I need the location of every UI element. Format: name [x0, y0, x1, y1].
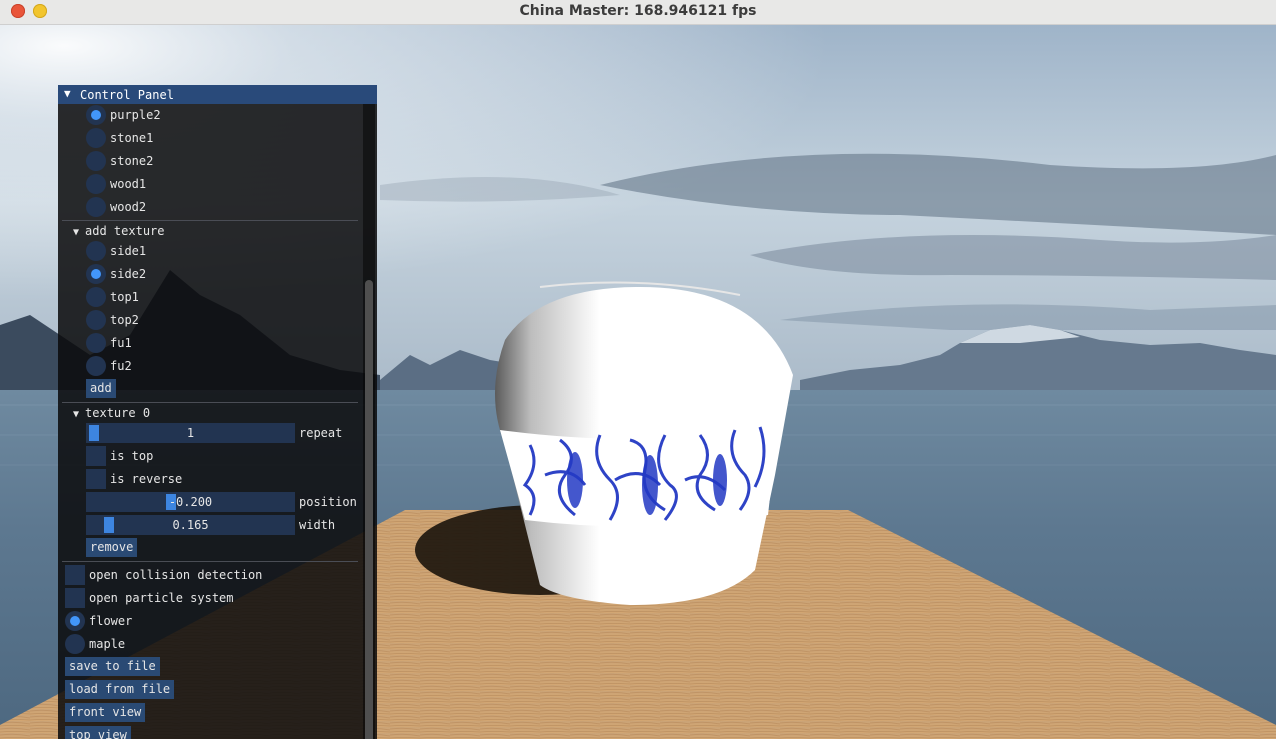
material-label: stone1 [110, 131, 154, 145]
radio-button[interactable] [86, 287, 106, 307]
radio-button[interactable] [86, 105, 106, 125]
texture-label: fu2 [110, 359, 132, 373]
particle-type-label: flower [89, 614, 133, 628]
material-label: wood2 [110, 200, 147, 214]
separator [62, 402, 358, 403]
front-view-button[interactable]: front view [65, 703, 146, 722]
add-texture-header: add texture [85, 224, 165, 238]
radio-button[interactable] [86, 197, 106, 217]
collision-checkbox[interactable] [65, 565, 85, 585]
is-reverse-checkbox[interactable] [86, 469, 106, 489]
repeat-label: repeat [299, 426, 343, 440]
texture-label: side1 [110, 244, 147, 258]
texture-label: top2 [110, 313, 139, 327]
radio-button[interactable] [86, 310, 106, 330]
radio-button[interactable] [86, 241, 106, 261]
particle-label: open particle system [89, 591, 234, 605]
radio-button[interactable] [86, 356, 106, 376]
load-from-file-button[interactable]: load from file [65, 680, 175, 699]
texture-label: top1 [110, 290, 139, 304]
radio-button[interactable] [65, 634, 85, 654]
position-slider[interactable]: -0.200 [86, 492, 295, 512]
remove-texture-button[interactable]: remove [86, 538, 138, 557]
particle-type-label: maple [89, 637, 126, 651]
texture-label: side2 [110, 267, 147, 281]
control-panel-title: Control Panel [80, 88, 174, 102]
scrollbar-grab[interactable] [365, 280, 373, 739]
collision-label: open collision detection [89, 568, 263, 582]
control-panel-header[interactable]: ▼ Control Panel [58, 85, 377, 104]
material-label: purple2 [110, 108, 161, 122]
separator [62, 220, 358, 221]
collapse-triangle-icon[interactable]: ▼ [64, 87, 71, 100]
width-slider[interactable]: 0.165 [86, 515, 295, 535]
is-top-label: is top [110, 449, 154, 463]
is-top-checkbox[interactable] [86, 446, 106, 466]
window-title-bar: China Master: 168.946121 fps [0, 0, 1276, 25]
radio-button[interactable] [86, 264, 106, 284]
window-title: China Master: 168.946121 fps [519, 3, 757, 19]
particle-checkbox[interactable] [65, 588, 85, 608]
repeat-value: 1 [186, 426, 195, 440]
material-label: stone2 [110, 154, 154, 168]
radio-button[interactable] [86, 128, 106, 148]
position-label: position [299, 495, 357, 509]
position-value: -0.200 [168, 495, 213, 509]
separator [62, 561, 358, 562]
radio-button[interactable] [86, 174, 106, 194]
texture-label: fu1 [110, 336, 132, 350]
add-texture-tree-node[interactable]: ▼ add texture [73, 224, 165, 238]
panel-scrollbar[interactable] [363, 104, 375, 739]
add-texture-button[interactable]: add [86, 379, 116, 398]
collapse-triangle-icon[interactable]: ▼ [73, 409, 79, 420]
texture-0-header: texture 0 [85, 406, 151, 420]
save-to-file-button[interactable]: save to file [65, 657, 160, 676]
radio-button[interactable] [86, 333, 106, 353]
top-view-button[interactable]: top view [65, 726, 131, 739]
is-reverse-label: is reverse [110, 472, 183, 486]
material-label: wood1 [110, 177, 147, 191]
radio-button[interactable] [86, 151, 106, 171]
width-value: 0.165 [172, 518, 209, 532]
collapse-triangle-icon[interactable]: ▼ [73, 227, 79, 238]
control-panel: ▼ Control Panel purple2 stone1 stone2 wo… [58, 85, 377, 739]
width-label: width [299, 518, 336, 532]
texture-0-tree-node[interactable]: ▼ texture 0 [73, 406, 150, 420]
radio-button[interactable] [65, 611, 85, 631]
repeat-slider[interactable]: 1 [86, 423, 295, 443]
